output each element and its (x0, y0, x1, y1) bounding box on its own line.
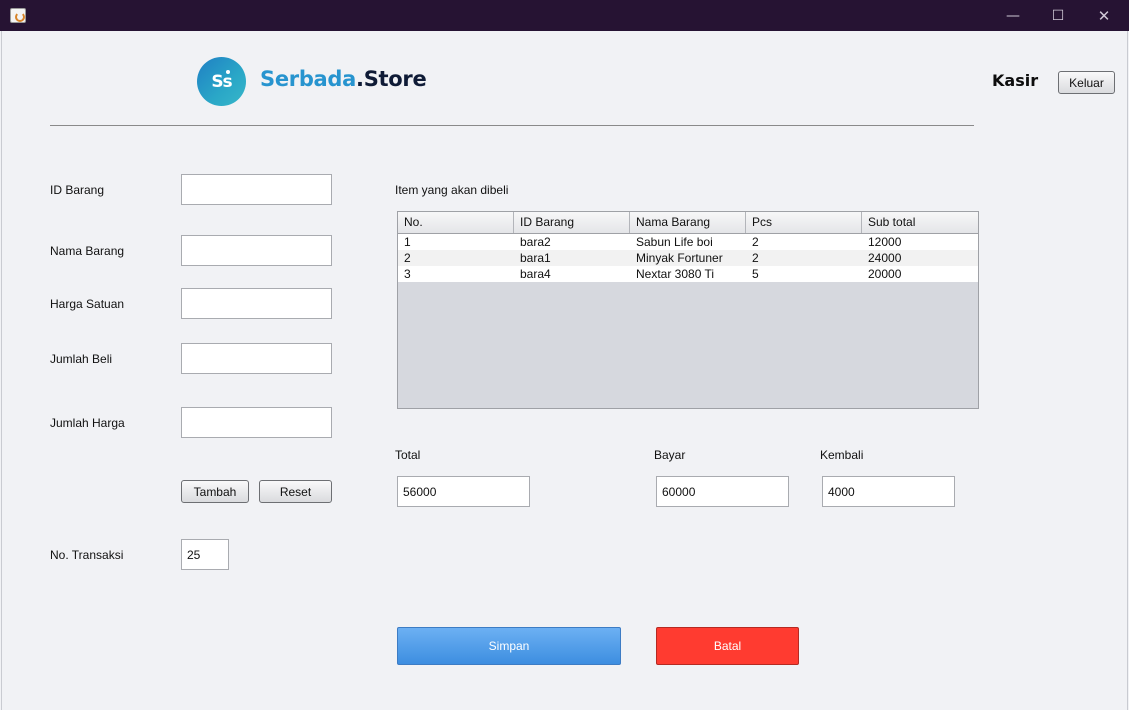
simpan-button[interactable]: Simpan (397, 627, 621, 665)
no-transaksi-label: No. Transaksi (50, 548, 124, 562)
table-cell: 12000 (868, 235, 902, 249)
table-cell: bara1 (520, 251, 551, 265)
table-cell: 2 (752, 251, 759, 265)
column-header-nama-barang[interactable]: Nama Barang (630, 212, 746, 233)
window-titlebar: — ☐ ✕ (0, 0, 1129, 31)
table-cell: 2 (404, 251, 411, 265)
logout-button[interactable]: Keluar (1058, 71, 1115, 94)
logo-dot (226, 70, 230, 74)
bayar-field[interactable] (656, 476, 789, 507)
table-cell: 1 (404, 235, 411, 249)
table-row[interactable]: 2 bara1 Minyak Fortuner 2 24000 (398, 250, 978, 266)
store-logo-icon: Ss (197, 57, 246, 106)
total-label: Total (395, 448, 421, 462)
items-table[interactable]: No. ID Barang Nama Barang Pcs Sub total … (397, 211, 979, 409)
table-row[interactable]: 1 bara2 Sabun Life boi 2 12000 (398, 234, 978, 250)
jumlah-beli-input[interactable] (181, 343, 332, 374)
brand-name-part2: .Store (356, 67, 427, 91)
user-role-label: Kasir (992, 71, 1039, 90)
batal-button[interactable]: Batal (656, 627, 799, 665)
harga-satuan-label: Harga Satuan (50, 297, 125, 311)
harga-satuan-input[interactable] (181, 288, 332, 319)
kembali-label: Kembali (820, 448, 864, 462)
table-cell: bara4 (520, 267, 551, 281)
minimize-button[interactable]: — (990, 0, 1036, 31)
table-row[interactable]: 3 bara4 Nextar 3080 Ti 5 20000 (398, 266, 978, 282)
column-header-sub-total[interactable]: Sub total (862, 212, 978, 233)
jumlah-beli-label: Jumlah Beli (50, 352, 113, 366)
logo-text: Ss (211, 71, 232, 92)
column-header-pcs[interactable]: Pcs (746, 212, 862, 233)
jumlah-harga-label: Jumlah Harga (50, 416, 125, 430)
kembali-field[interactable] (822, 476, 955, 507)
column-header-id-barang[interactable]: ID Barang (514, 212, 630, 233)
table-cell: bara2 (520, 235, 551, 249)
table-cell: 24000 (868, 251, 902, 265)
table-caption: Item yang akan dibeli (395, 183, 509, 197)
table-cell: 3 (404, 267, 411, 281)
brand-name: Serbada.Store (260, 67, 427, 91)
bayar-label: Bayar (654, 448, 686, 462)
table-cell: 20000 (868, 267, 902, 281)
table-cell: 5 (752, 267, 759, 281)
jumlah-harga-input[interactable] (181, 407, 332, 438)
table-cell: Minyak Fortuner (636, 251, 723, 265)
nama-barang-label: Nama Barang (50, 244, 125, 258)
table-cell: Nextar 3080 Ti (636, 267, 715, 281)
reset-button[interactable]: Reset (259, 480, 332, 503)
tambah-button[interactable]: Tambah (181, 480, 249, 503)
table-cell: 2 (752, 235, 759, 249)
no-transaksi-input[interactable] (181, 539, 229, 570)
id-barang-label: ID Barang (50, 183, 105, 197)
header-divider (50, 125, 974, 126)
nama-barang-input[interactable] (181, 235, 332, 266)
java-cup-icon (10, 8, 26, 23)
total-field[interactable] (397, 476, 530, 507)
id-barang-input[interactable] (181, 174, 332, 205)
brand-name-part1: Serbada (260, 67, 357, 91)
table-header: No. ID Barang Nama Barang Pcs Sub total (398, 212, 978, 234)
maximize-button[interactable]: ☐ (1035, 0, 1081, 31)
column-header-no[interactable]: No. (398, 212, 514, 233)
close-button[interactable]: ✕ (1081, 0, 1127, 31)
table-cell: Sabun Life boi (636, 235, 713, 249)
